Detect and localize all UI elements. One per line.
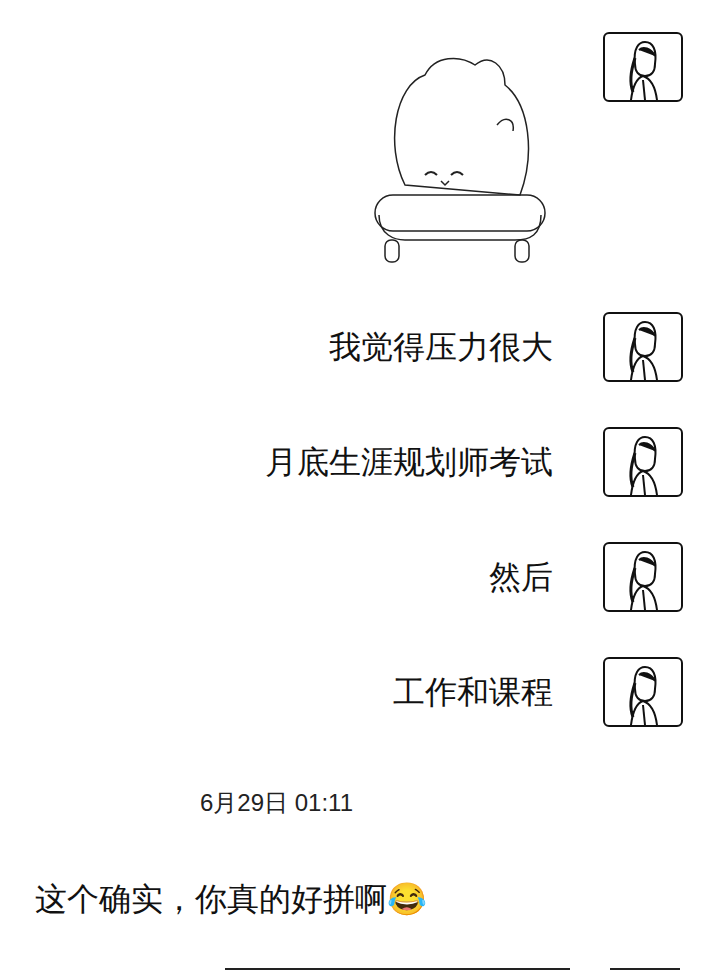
cat-sticker-icon[interactable] <box>365 35 555 267</box>
avatar[interactable] <box>603 427 683 497</box>
avatar[interactable] <box>603 542 683 612</box>
timestamp: 6月29日 01:11 <box>200 787 708 819</box>
person-icon <box>605 544 681 610</box>
avatar[interactable] <box>603 32 683 102</box>
person-icon <box>605 659 681 725</box>
sticker-message[interactable] <box>365 35 555 267</box>
avatar[interactable] <box>603 657 683 727</box>
text-message[interactable]: 然后 <box>489 542 553 612</box>
avatar[interactable] <box>603 312 683 382</box>
person-icon <box>605 34 681 100</box>
text-message[interactable]: 这个确实，你真的好拼啊😂 <box>35 877 427 921</box>
person-icon <box>605 314 681 380</box>
text-message[interactable]: 月底生涯规划师考试 <box>265 427 553 497</box>
message-row: 月底生涯规划师考试 <box>0 427 708 497</box>
chat-screen: 我觉得压力很大月底生涯规划师考试然后工作和课程 6月29日 01:11 这个确实，你… <box>0 0 708 972</box>
bottom-strip <box>0 968 708 972</box>
message-row <box>0 32 708 267</box>
message-row: 工作和课程 <box>0 657 708 727</box>
divider-line <box>225 968 570 970</box>
person-icon <box>605 429 681 495</box>
message-row: 然后 <box>0 542 708 612</box>
message-row: 我觉得压力很大 <box>0 312 708 382</box>
divider-line <box>610 968 680 970</box>
message-list: 我觉得压力很大月底生涯规划师考试然后工作和课程 <box>0 32 708 727</box>
text-message[interactable]: 工作和课程 <box>393 657 553 727</box>
reply-row: 这个确实，你真的好拼啊😂 <box>0 877 708 921</box>
text-message[interactable]: 我觉得压力很大 <box>329 312 553 382</box>
